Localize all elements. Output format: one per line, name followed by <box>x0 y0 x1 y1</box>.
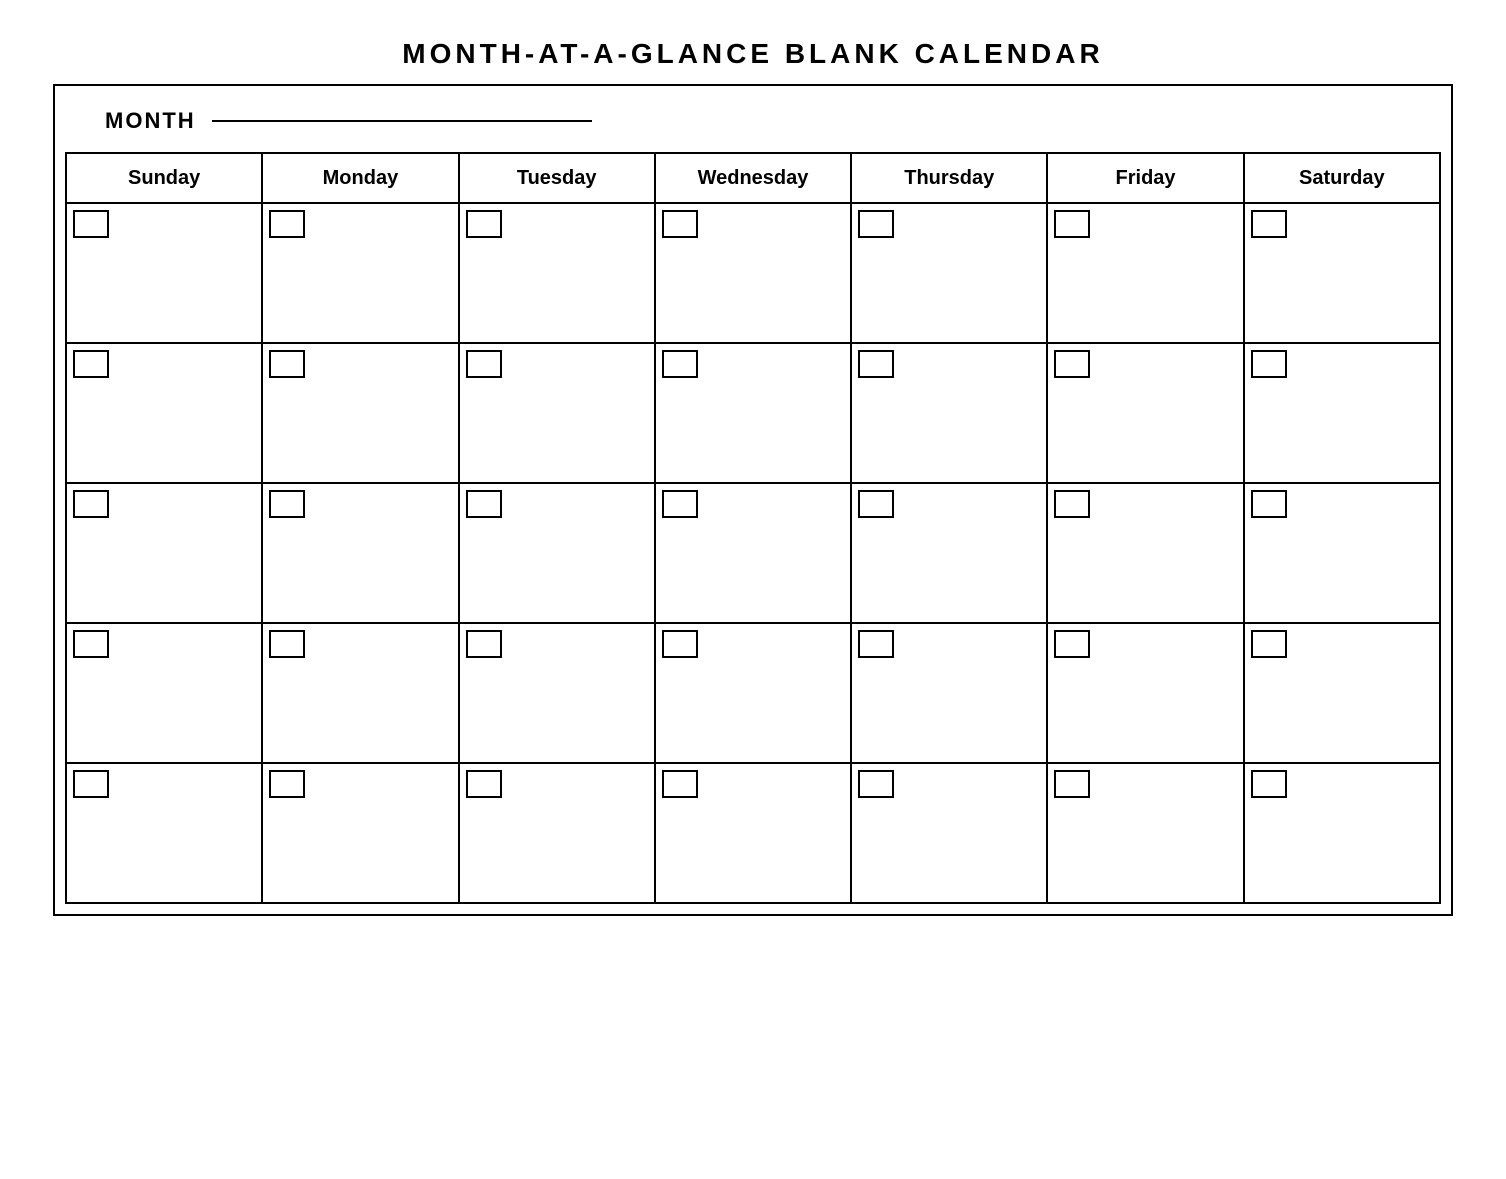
cell-r1-sat[interactable] <box>1244 203 1440 343</box>
day-number-box <box>466 630 502 658</box>
cell-r3-sun[interactable] <box>66 483 262 623</box>
day-number-box <box>858 770 894 798</box>
day-number-box <box>73 350 109 378</box>
day-number-box <box>466 490 502 518</box>
cell-r4-fri[interactable] <box>1047 623 1243 763</box>
cell-r5-sat[interactable] <box>1244 763 1440 903</box>
cell-r2-mon[interactable] <box>262 343 458 483</box>
header-tuesday: Tuesday <box>459 153 655 203</box>
page: MONTH-AT-A-GLANCE BLANK CALENDAR MONTH S… <box>53 20 1453 916</box>
calendar-row-1 <box>66 203 1440 343</box>
day-number-box <box>73 630 109 658</box>
day-number-box <box>269 490 305 518</box>
day-number-box <box>73 770 109 798</box>
day-number-box <box>858 630 894 658</box>
header-wednesday: Wednesday <box>655 153 851 203</box>
cell-r3-fri[interactable] <box>1047 483 1243 623</box>
header-sunday: Sunday <box>66 153 262 203</box>
header-thursday: Thursday <box>851 153 1047 203</box>
day-number-box <box>73 490 109 518</box>
cell-r5-wed[interactable] <box>655 763 851 903</box>
cell-r3-wed[interactable] <box>655 483 851 623</box>
day-number-box <box>1251 490 1287 518</box>
cell-r2-thu[interactable] <box>851 343 1047 483</box>
day-number-box <box>1054 210 1090 238</box>
month-label: MONTH <box>105 108 196 133</box>
calendar-row-2 <box>66 343 1440 483</box>
day-number-box <box>662 490 698 518</box>
cell-r2-tue[interactable] <box>459 343 655 483</box>
cell-r3-tue[interactable] <box>459 483 655 623</box>
header-friday: Friday <box>1047 153 1243 203</box>
cell-r2-fri[interactable] <box>1047 343 1243 483</box>
day-number-box <box>466 350 502 378</box>
day-number-box <box>269 350 305 378</box>
day-number-box <box>466 770 502 798</box>
cell-r5-tue[interactable] <box>459 763 655 903</box>
day-number-box <box>1251 630 1287 658</box>
cell-r4-tue[interactable] <box>459 623 655 763</box>
cell-r5-thu[interactable] <box>851 763 1047 903</box>
cell-r5-sun[interactable] <box>66 763 262 903</box>
day-number-box <box>466 210 502 238</box>
cell-r5-fri[interactable] <box>1047 763 1243 903</box>
day-number-box <box>858 490 894 518</box>
day-number-box <box>858 210 894 238</box>
calendar-container: MONTH Sunday Monday Tuesday Wednesday Th… <box>53 84 1453 916</box>
month-header: MONTH <box>65 96 1441 152</box>
day-number-box <box>1054 490 1090 518</box>
cell-r4-thu[interactable] <box>851 623 1047 763</box>
cell-r4-sat[interactable] <box>1244 623 1440 763</box>
day-number-box <box>1251 210 1287 238</box>
day-number-box <box>269 210 305 238</box>
cell-r4-mon[interactable] <box>262 623 458 763</box>
cell-r3-mon[interactable] <box>262 483 458 623</box>
cell-r3-sat[interactable] <box>1244 483 1440 623</box>
calendar-grid: Sunday Monday Tuesday Wednesday Thursday… <box>65 152 1441 904</box>
cell-r2-sun[interactable] <box>66 343 262 483</box>
cell-r1-tue[interactable] <box>459 203 655 343</box>
day-number-box <box>1251 770 1287 798</box>
cell-r1-wed[interactable] <box>655 203 851 343</box>
cell-r1-mon[interactable] <box>262 203 458 343</box>
cell-r1-fri[interactable] <box>1047 203 1243 343</box>
day-number-box <box>858 350 894 378</box>
cell-r4-sun[interactable] <box>66 623 262 763</box>
cell-r4-wed[interactable] <box>655 623 851 763</box>
day-number-box <box>269 630 305 658</box>
calendar-row-5 <box>66 763 1440 903</box>
day-number-box <box>1054 630 1090 658</box>
month-line <box>212 120 592 122</box>
days-header-row: Sunday Monday Tuesday Wednesday Thursday… <box>66 153 1440 203</box>
calendar-row-4 <box>66 623 1440 763</box>
cell-r2-wed[interactable] <box>655 343 851 483</box>
day-number-box <box>269 770 305 798</box>
day-number-box <box>662 210 698 238</box>
day-number-box <box>662 770 698 798</box>
day-number-box <box>73 210 109 238</box>
page-title: MONTH-AT-A-GLANCE BLANK CALENDAR <box>53 20 1453 84</box>
day-number-box <box>1054 770 1090 798</box>
header-saturday: Saturday <box>1244 153 1440 203</box>
day-number-box <box>662 350 698 378</box>
header-monday: Monday <box>262 153 458 203</box>
day-number-box <box>1251 350 1287 378</box>
day-number-box <box>1054 350 1090 378</box>
calendar-row-3 <box>66 483 1440 623</box>
day-number-box <box>662 630 698 658</box>
cell-r1-sun[interactable] <box>66 203 262 343</box>
cell-r3-thu[interactable] <box>851 483 1047 623</box>
cell-r1-thu[interactable] <box>851 203 1047 343</box>
cell-r5-mon[interactable] <box>262 763 458 903</box>
cell-r2-sat[interactable] <box>1244 343 1440 483</box>
